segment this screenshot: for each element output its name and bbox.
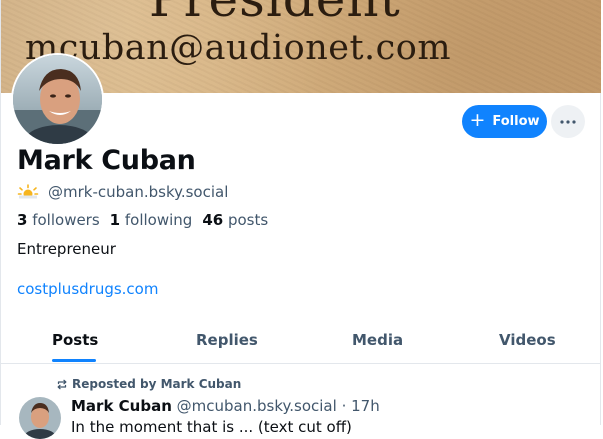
post-avatar-photo (19, 397, 61, 439)
followers-count: 3 (17, 211, 28, 229)
repost-indicator[interactable]: Reposted by Mark Cuban (56, 377, 241, 391)
post-author-name[interactable]: Mark Cuban (71, 397, 172, 415)
more-options-button[interactable] (551, 105, 585, 138)
profile-stats: 3 followers 1 following 46 posts (17, 211, 268, 229)
profile-display-name: Mark Cuban (17, 145, 196, 176)
following-label: following (124, 211, 193, 229)
post-author-avatar[interactable] (19, 397, 61, 439)
tab-replies[interactable]: Replies (196, 331, 258, 349)
active-tab-indicator (52, 359, 96, 362)
avatar-photo (13, 55, 102, 144)
posts-stat: 46 posts (202, 211, 268, 229)
follow-button-label: Follow (492, 114, 540, 129)
followers-stat[interactable]: 3 followers (17, 211, 100, 229)
profile-bio: Entrepreneur (17, 240, 116, 258)
tab-posts[interactable]: Posts (52, 331, 98, 349)
following-count: 1 (109, 211, 121, 229)
post-meta-separator: · (341, 397, 347, 415)
sun-badge-icon (17, 184, 39, 199)
profile-handle-row: @mrk-cuban.bsky.social (17, 183, 228, 201)
banner-text-president: President (149, 0, 401, 28)
posts-count: 46 (202, 211, 224, 229)
tab-media[interactable]: Media (352, 331, 403, 349)
banner-text-email: mcuban@audionet.com (25, 28, 452, 68)
profile-website-link[interactable]: costplusdrugs.com (17, 280, 158, 298)
following-stat[interactable]: 1 following (110, 211, 193, 229)
profile-tabs: Posts Replies Media Videos (1, 322, 601, 364)
ellipsis-icon (560, 119, 576, 124)
post-text: In the moment that is ... (text cut off) (71, 418, 352, 436)
repost-icon (57, 379, 67, 389)
follow-button[interactable]: + Follow (462, 105, 547, 138)
tab-videos[interactable]: Videos (499, 331, 556, 349)
posts-label: posts (227, 211, 269, 229)
post-header: Mark Cuban @mcuban.bsky.social · 17h (71, 397, 380, 415)
profile-avatar[interactable] (11, 53, 104, 146)
profile-handle: @mrk-cuban.bsky.social (48, 183, 229, 201)
followers-label: followers (32, 211, 100, 229)
repost-label: Reposted by Mark Cuban (72, 377, 242, 391)
plus-icon: + (469, 109, 486, 131)
post-timestamp[interactable]: 17h (351, 397, 380, 415)
post-author-handle[interactable]: @mcuban.bsky.social (177, 397, 337, 415)
